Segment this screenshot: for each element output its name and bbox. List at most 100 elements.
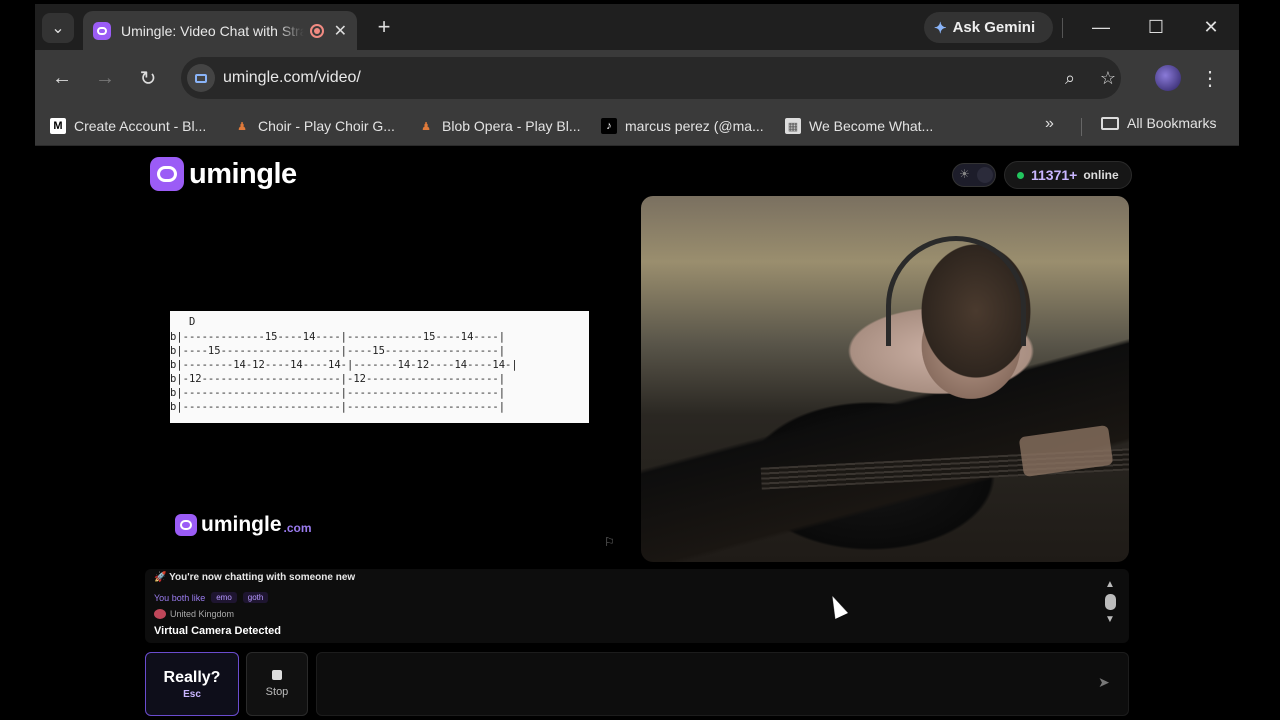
divider xyxy=(1081,118,1082,136)
interest-tag: goth xyxy=(242,592,269,603)
watermark-text: umingle xyxy=(201,513,282,536)
site-info-camera-icon[interactable] xyxy=(187,64,215,92)
bookmark-item[interactable]: ♟ Choir - Play Choir G... xyxy=(234,115,395,137)
message-input[interactable] xyxy=(316,652,1129,716)
headphones-shape xyxy=(886,236,1026,346)
theme-toggle[interactable]: ☀ xyxy=(952,163,996,187)
country-line: United Kingdom xyxy=(154,609,234,619)
online-label: online xyxy=(1083,168,1119,182)
bookmark-favicon-icon: M xyxy=(50,118,66,134)
shared-interests: You both like emo goth xyxy=(154,592,269,603)
tab-line: b|----15-------------------|----15------… xyxy=(170,345,506,357)
really-label: Really? xyxy=(163,668,221,686)
chat-bubble-icon xyxy=(175,514,197,536)
sun-icon: ☀ xyxy=(959,167,970,181)
tab-line: b|-------------------------|------------… xyxy=(170,401,506,413)
bookmark-label: Blob Opera - Play Bl... xyxy=(442,118,581,134)
url-text[interactable]: umingle.com/video/ xyxy=(223,69,361,87)
bookmark-label: We Become What... xyxy=(809,118,934,134)
guitar-tab-sheet: D b|-------------15----14----|----------… xyxy=(170,311,589,423)
all-bookmarks-label: All Bookmarks xyxy=(1127,115,1217,131)
chat-bubble-icon xyxy=(150,157,184,191)
watermark-suffix: .com xyxy=(283,521,312,535)
gemini-sparkle-icon: ✦ xyxy=(934,19,947,37)
online-count-badge: 11371+ online xyxy=(1004,161,1132,189)
bookmark-label: Create Account - Bl... xyxy=(74,118,207,134)
bookmarks-bar: M Create Account - Bl... ♟ Choir - Play … xyxy=(35,106,1239,146)
bookmark-favicon-icon: ♟ xyxy=(237,120,247,133)
bookmark-item[interactable]: ♪ marcus perez (@ma... xyxy=(601,115,764,137)
all-bookmarks-button[interactable]: All Bookmarks xyxy=(1101,115,1216,131)
bookmark-favicon-icon: ▦ xyxy=(785,118,801,134)
bookmark-item[interactable]: ♟ Blob Opera - Play Bl... xyxy=(418,115,581,137)
esc-hint: Esc xyxy=(183,688,201,700)
self-camera-video xyxy=(641,196,1129,562)
new-tab-button[interactable]: + xyxy=(371,14,397,40)
scroll-down-icon[interactable]: ▼ xyxy=(1103,614,1117,625)
chat-status-text: You're now chatting with someone new xyxy=(169,572,356,583)
divider xyxy=(1062,18,1063,38)
chat-status-line: 🚀 You're now chatting with someone new xyxy=(154,572,355,583)
title-bar: ⌄ Umingle: Video Chat with Strangers ✕ +… xyxy=(35,4,1239,50)
send-icon[interactable]: ➤ xyxy=(1098,674,1116,692)
chord-label: D xyxy=(189,316,196,328)
address-bar[interactable]: umingle.com/video/ ⌕ ☆ xyxy=(181,57,1121,99)
tab-umingle[interactable]: Umingle: Video Chat with Strangers ✕ xyxy=(83,11,357,50)
close-window-button[interactable]: ✕ xyxy=(1191,12,1231,42)
bookmark-item[interactable]: M Create Account - Bl... xyxy=(50,115,206,137)
ask-gemini-label: Ask Gemini xyxy=(952,19,1036,36)
browser-menu-icon[interactable]: ⋮ xyxy=(1200,64,1220,92)
bookmark-label: marcus perez (@ma... xyxy=(625,118,764,134)
uk-flag-icon xyxy=(154,609,166,619)
chat-scrollbar[interactable]: ▲ ▼ xyxy=(1103,579,1117,635)
minimize-button[interactable]: — xyxy=(1081,12,1121,42)
browser-window: ⌄ Umingle: Video Chat with Strangers ✕ +… xyxy=(35,4,1239,720)
tab-close-icon[interactable]: ✕ xyxy=(334,21,347,41)
maximize-button[interactable]: ☐ xyxy=(1136,12,1176,42)
zoom-icon[interactable]: ⌕ xyxy=(1059,67,1081,89)
scroll-thumb[interactable] xyxy=(1104,594,1116,610)
chat-log: 🚀 You're now chatting with someone new Y… xyxy=(145,569,1129,643)
reload-button[interactable]: ↻ xyxy=(134,64,162,92)
rocket-icon: 🚀 xyxy=(154,572,167,583)
country-text: United Kingdom xyxy=(170,609,235,619)
bookmark-item[interactable]: ▦ We Become What... xyxy=(785,115,933,137)
back-button[interactable]: ← xyxy=(48,64,76,92)
bookmark-star-icon[interactable]: ☆ xyxy=(1097,67,1119,89)
umingle-favicon-icon xyxy=(93,21,111,40)
navigation-toolbar: ← → ↻ umingle.com/video/ ⌕ ☆ ⋮ xyxy=(35,50,1239,106)
umingle-watermark: umingle .com xyxy=(175,513,312,537)
logo-text: umingle xyxy=(189,157,297,190)
online-dot-icon xyxy=(1017,171,1024,179)
recording-icon xyxy=(309,23,324,38)
more-bookmarks-icon[interactable]: » xyxy=(1045,115,1054,133)
stranger-video: D b|-------------15----14----|----------… xyxy=(145,196,630,564)
umingle-page: umingle ☀ 11371+ online D b|------------… xyxy=(35,147,1239,720)
chevron-down-icon: ⌄ xyxy=(51,20,65,37)
tab-line: b|-12----------------------|-12---------… xyxy=(170,373,506,385)
interest-tag: emo xyxy=(211,592,237,603)
stop-button[interactable]: Stop xyxy=(246,652,308,716)
stop-label: Stop xyxy=(265,686,289,698)
ask-gemini-button[interactable]: ✦ Ask Gemini xyxy=(924,12,1053,43)
tab-search-button[interactable]: ⌄ xyxy=(42,13,74,43)
tab-line: b|-------------15----14----|------------… xyxy=(170,331,506,343)
likes-label: You both like xyxy=(154,592,206,603)
bookmark-label: Choir - Play Choir G... xyxy=(258,118,395,134)
tab-line: b|--------14-12----14----14-|-------14-1… xyxy=(170,359,518,371)
bookmark-favicon-icon: ♟ xyxy=(421,120,431,133)
report-flag-icon[interactable]: ⚐ xyxy=(604,535,618,549)
tab-line: b|-------------------------|------------… xyxy=(170,387,506,399)
stop-square-icon xyxy=(272,670,282,680)
scroll-up-icon[interactable]: ▲ xyxy=(1103,579,1117,590)
really-skip-button[interactable]: Really? Esc xyxy=(145,652,239,716)
virtual-camera-warning: Virtual Camera Detected xyxy=(154,625,281,637)
forward-button[interactable]: → xyxy=(91,64,119,92)
profile-avatar[interactable] xyxy=(1155,65,1181,91)
umingle-logo[interactable]: umingle xyxy=(150,156,297,192)
online-count: 11371+ xyxy=(1031,167,1078,183)
tiktok-icon: ♪ xyxy=(601,118,617,134)
tab-title: Umingle: Video Chat with Strangers xyxy=(121,22,304,39)
toggle-knob xyxy=(977,167,993,183)
folder-icon xyxy=(1101,116,1119,130)
